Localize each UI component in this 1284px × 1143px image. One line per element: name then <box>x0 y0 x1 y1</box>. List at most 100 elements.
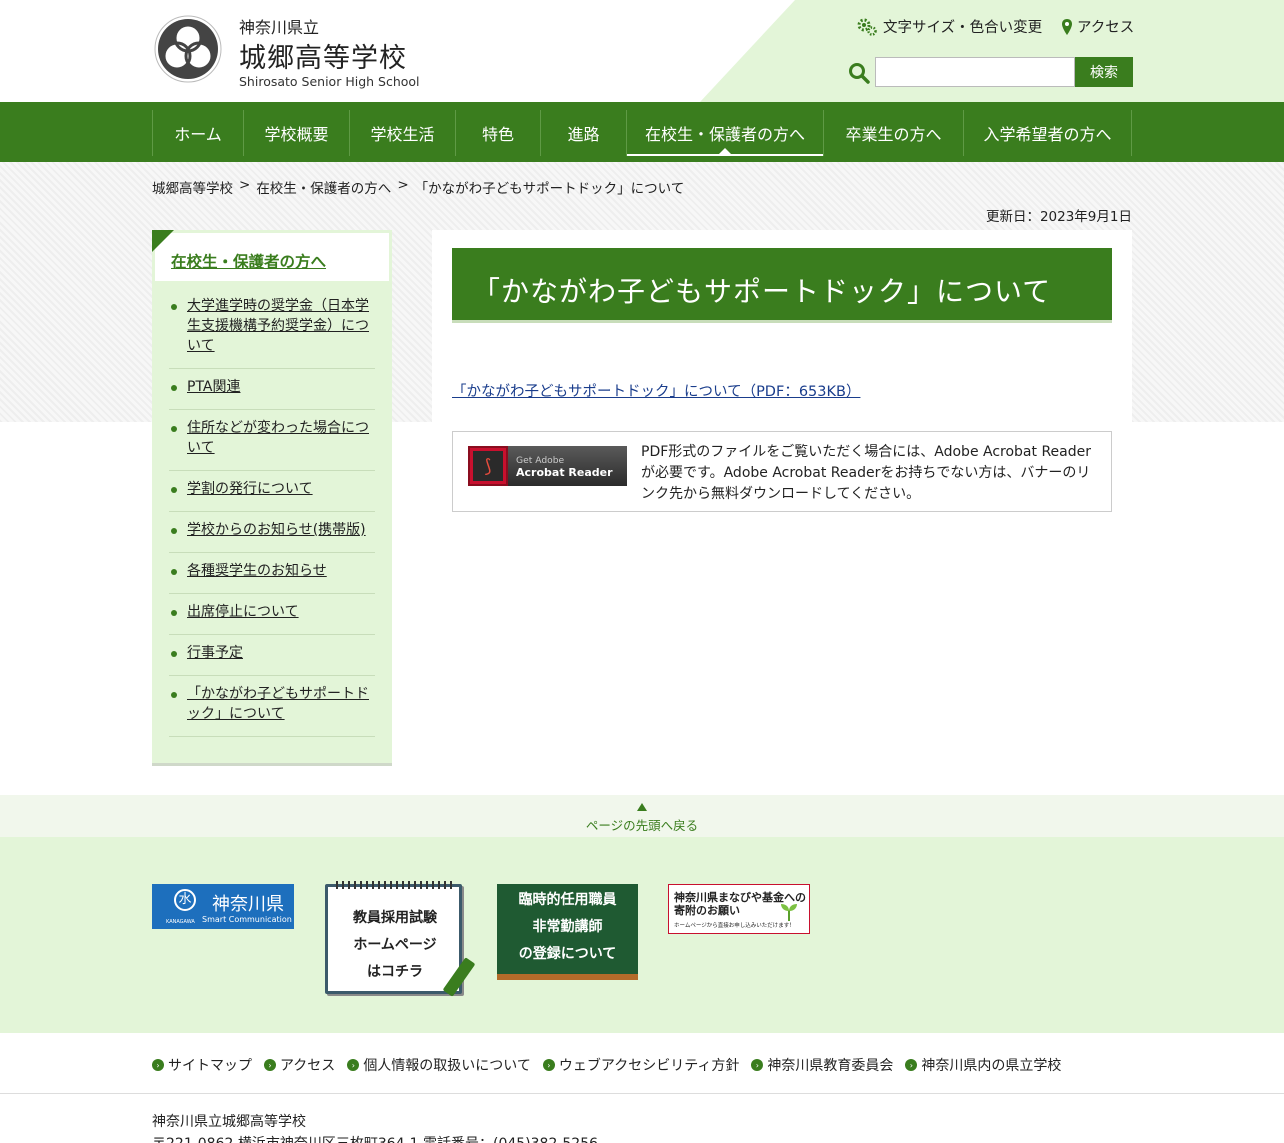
kanagawa-banner-sub: Smart Communication <box>202 915 292 924</box>
updated-date: 更新日：2023年9月1日 <box>985 209 1132 225</box>
temporary-staff-banner[interactable]: 臨時的任用職員 非常勤講師 の登録について <box>497 884 638 980</box>
notebook-rings-icon <box>336 881 456 889</box>
footer-link-label: アクセス <box>280 1058 336 1074</box>
gear-icon <box>857 18 877 36</box>
temporary-staff-line2: 非常勤講師 <box>532 919 603 935</box>
sidebar-item-attendance-suspension[interactable]: 出席停止について <box>187 604 299 620</box>
sidebar-item-student-discount[interactable]: 学割の発行について <box>187 481 313 497</box>
sidebar-item-address-change[interactable]: 住所などが変わった場合について <box>187 420 369 456</box>
sidebar-item: 住所などが変わった場合について <box>169 410 375 471</box>
nav-item-features[interactable]: 特色 <box>455 110 540 156</box>
footer-address: 〒221-0862 横浜市神奈川区三枚町364-1 電話番号：(045)382-… <box>152 1133 598 1143</box>
font-color-settings-link[interactable]: 文字サイズ・色合い変更 <box>857 16 1042 37</box>
footer-link-access[interactable]: › アクセス <box>264 1055 335 1075</box>
footer-link-label: 神奈川県教育委員会 <box>767 1058 894 1074</box>
footer-link-sitemap[interactable]: › サイトマップ <box>152 1055 252 1075</box>
breadcrumb-separator: > <box>397 177 409 193</box>
sidebar-item-scholarship-jasso[interactable]: 大学進学時の奨学金（日本学生支援機構予約奨学金）について <box>187 298 369 354</box>
temporary-staff-text: 臨時的任用職員 非常勤講師 の登録について <box>497 887 638 968</box>
sidebar-item-scholarship-news[interactable]: 各種奨学生のお知らせ <box>187 563 327 579</box>
sidebar-item: 「かながわ子どもサポートドック」について <box>169 676 375 737</box>
manabiya-fund-sub: ホームページから直接お申し込みいただけます！ <box>674 923 795 929</box>
sidebar-header: 在校生・保護者の方へ <box>155 233 389 281</box>
page-top-label: ページの先頭へ戻る <box>585 818 699 833</box>
chevron-right-icon: › <box>152 1059 164 1071</box>
teacher-recruitment-line3: はコチラ <box>367 964 423 980</box>
site-header: 神奈川県立 城郷高等学校 Shirosato Senior High Schoo… <box>0 0 1284 102</box>
access-link[interactable]: アクセス <box>1062 16 1134 37</box>
sidebar-list: 大学進学時の奨学金（日本学生支援機構予約奨学金）について PTA関連 住所などが… <box>169 288 375 737</box>
sidebar-item: 学校からのお知らせ(携帯版) <box>169 512 375 553</box>
teacher-recruitment-banner[interactable]: 教員採用試験 ホームページ はコチラ <box>325 881 476 997</box>
main-content: 「かながわ子どもサポートドック」について 「かながわ子どもサポートドック」につい… <box>432 230 1132 530</box>
acrobat-icon: ⟆ <box>468 446 508 486</box>
sidebar-item-pta[interactable]: PTA関連 <box>187 379 240 395</box>
chevron-right-icon: › <box>264 1059 276 1071</box>
sidebar-item-support-dock[interactable]: 「かながわ子どもサポートドック」について <box>187 686 369 722</box>
footer-link-label: 個人情報の取扱いについて <box>363 1058 531 1074</box>
breadcrumb-home[interactable]: 城郷高等学校 <box>152 177 233 197</box>
breadcrumb-current: 「かながわ子どもサポートドック」について <box>414 181 685 197</box>
access-label: アクセス <box>1077 20 1135 36</box>
school-name[interactable]: 城郷高等学校 <box>239 36 407 75</box>
sidebar-item: 各種奨学生のお知らせ <box>169 553 375 594</box>
manabiya-fund-banner[interactable]: 神奈川県まなびや基金への 寄附のお願い ホームページから直接お申し込みいただけま… <box>668 884 810 934</box>
prefecture-label: 神奈川県立 <box>239 18 320 37</box>
footer-school-name: 神奈川県立城郷高等学校 <box>152 1114 306 1130</box>
footer-link-label: サイトマップ <box>168 1058 252 1074</box>
get-acrobat-reader-banner[interactable]: ⟆ Get Adobe Acrobat Reader <box>468 446 627 486</box>
kanagawa-pref-banner[interactable]: ⽔ 神奈川県 Smart Communication KANAGAWA <box>152 884 294 929</box>
nav-item-career[interactable]: 進路 <box>540 110 626 156</box>
kanagawa-banner-name: 神奈川県 <box>212 894 284 915</box>
kanagawa-banner-kana: KANAGAWA <box>166 919 195 925</box>
footer-link-board-of-education[interactable]: › 神奈川県教育委員会 <box>751 1055 893 1075</box>
nav-item-about[interactable]: 学校概要 <box>243 110 349 156</box>
teacher-recruitment-line1: 教員採用試験 <box>353 910 437 926</box>
acrobat-notice-text: PDF形式のファイルをご覧いただく場合には、Adobe Acrobat Read… <box>641 444 1092 502</box>
pdf-download-link[interactable]: 「かながわ子どもサポートドック」について（PDF：653KB） <box>452 380 860 401</box>
teacher-recruitment-text: 教員採用試験 ホームページ はコチラ <box>328 905 462 986</box>
search-icon <box>849 63 870 84</box>
teacher-recruitment-line2: ホームページ <box>353 937 437 953</box>
breadcrumb: 城郷高等学校 > 在校生・保護者の方へ > 「かながわ子どもサポートドック」につ… <box>152 177 684 197</box>
temporary-staff-line3: の登録について <box>518 946 617 962</box>
breadcrumb-students-parents[interactable]: 在校生・保護者の方へ <box>256 177 391 197</box>
nav-item-applicants[interactable]: 入学希望者の方へ <box>963 110 1132 156</box>
banner-area: ⽔ 神奈川県 Smart Communication KANAGAWA 教員採用… <box>0 837 1284 1033</box>
sidebar-corner-accent <box>152 230 174 252</box>
arrow-up-icon <box>637 803 647 811</box>
sidebar-item-mobile-news[interactable]: 学校からのお知らせ(携帯版) <box>187 522 366 538</box>
sidebar: 在校生・保護者の方へ 大学進学時の奨学金（日本学生支援機構予約奨学金）について … <box>152 230 392 766</box>
chevron-right-icon: › <box>905 1059 918 1071</box>
sprout-icon <box>781 904 797 921</box>
footer-link-label: ウェブアクセシビリティ方針 <box>558 1058 740 1074</box>
school-logo-icon[interactable] <box>152 15 224 83</box>
acrobat-notice: ⟆ Get Adobe Acrobat Reader PDF形式のファイルをご覧… <box>452 431 1112 512</box>
footer-link-privacy[interactable]: › 個人情報の取扱いについて <box>347 1055 531 1075</box>
sidebar-item: 行事予定 <box>169 635 375 676</box>
acrobat-line2: Acrobat Reader <box>516 465 613 479</box>
school-name-en: Shirosato Senior High School <box>239 74 420 89</box>
footer-link-label: 神奈川県内の県立学校 <box>921 1058 1062 1074</box>
chevron-right-icon: › <box>347 1059 360 1071</box>
sidebar-item: 大学進学時の奨学金（日本学生支援機構予約奨学金）について <box>169 288 375 369</box>
footer-links: › サイトマップ › アクセス › 個人情報の取扱いについて › ウェブアクセシビリティ… <box>152 1055 1061 1075</box>
nav-item-home[interactable]: ホーム <box>152 110 243 156</box>
nav-item-students-parents[interactable]: 在校生・保護者の方へ <box>626 110 823 156</box>
nav-item-graduates[interactable]: 卒業生の方へ <box>823 110 963 156</box>
sidebar-item: 学割の発行について <box>169 471 375 512</box>
sidebar-title-link[interactable]: 在校生・保護者の方へ <box>171 250 326 272</box>
search-input[interactable] <box>875 57 1075 87</box>
chevron-right-icon: › <box>542 1059 555 1071</box>
global-nav: ホーム 学校概要 学校生活 特色 進路 在校生・保護者の方へ 卒業生の方へ 入学… <box>0 102 1284 162</box>
footer-link-accessibility[interactable]: › ウェブアクセシビリティ方針 <box>542 1055 740 1075</box>
acrobat-banner-text: Get Adobe Acrobat Reader <box>508 454 613 479</box>
font-color-settings-label: 文字サイズ・色合い変更 <box>883 20 1043 36</box>
footer-link-prefectural-schools[interactable]: › 神奈川県内の県立学校 <box>905 1055 1061 1075</box>
nav-item-school-life[interactable]: 学校生活 <box>349 110 455 156</box>
page-top-link[interactable]: ページの先頭へ戻る <box>0 795 1284 837</box>
acrobat-line1: Get Adobe <box>516 454 565 466</box>
search-button[interactable]: 検索 <box>1075 57 1133 87</box>
sidebar-item-event-schedule[interactable]: 行事予定 <box>187 645 243 661</box>
sidebar-item: PTA関連 <box>169 369 375 410</box>
